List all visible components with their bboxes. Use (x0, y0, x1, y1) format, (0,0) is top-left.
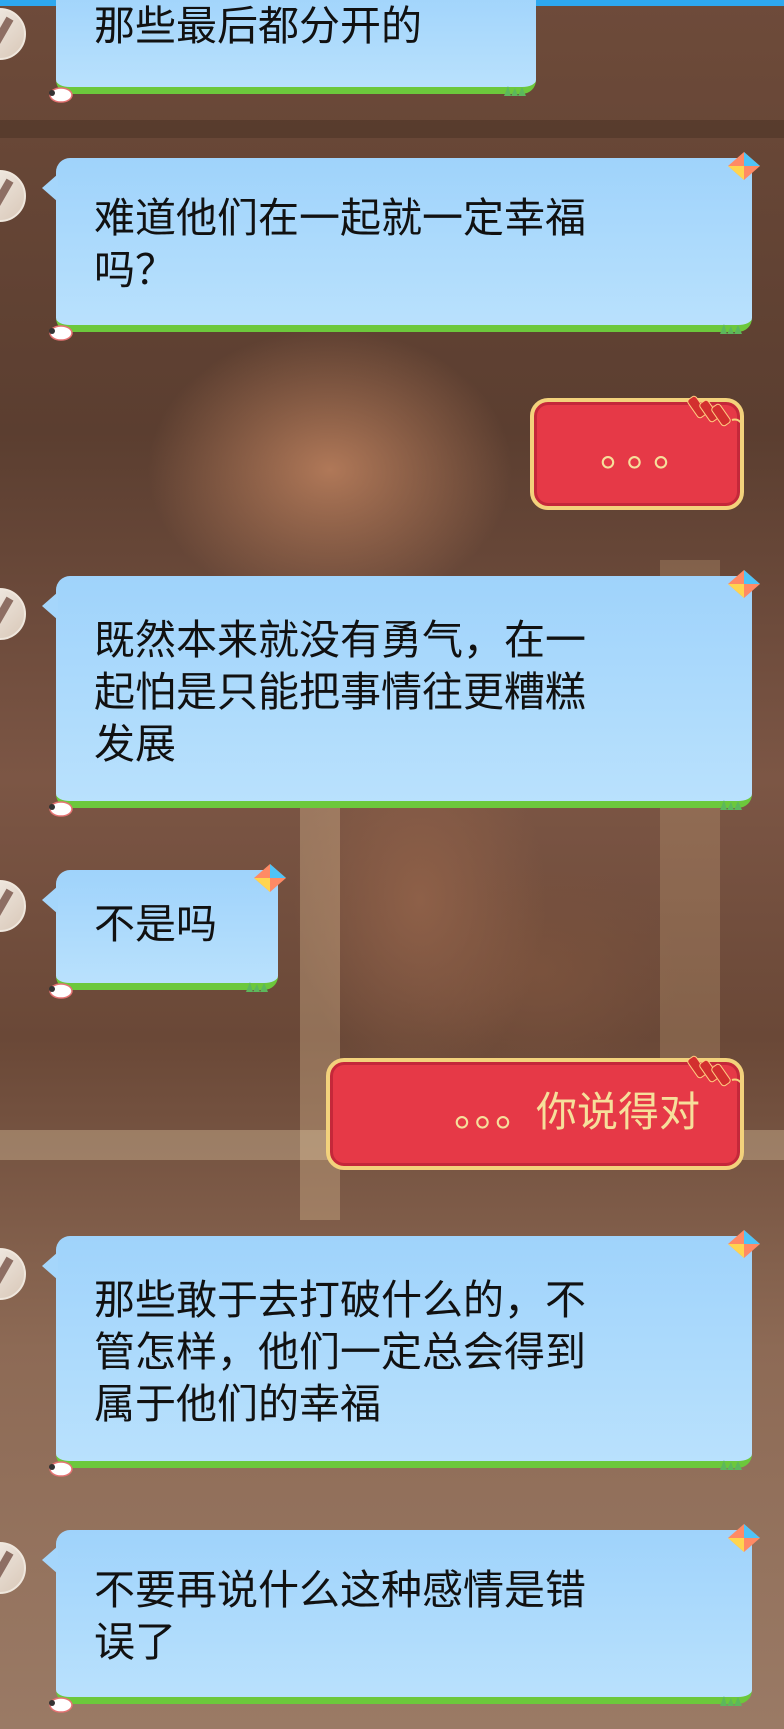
firecracker-icon (687, 395, 743, 427)
avatar[interactable] (0, 880, 26, 932)
bubble-tail (42, 1252, 58, 1280)
bubble-tail (42, 592, 58, 620)
message-text: 难道他们在一起就一定幸福 吗？ (94, 194, 586, 294)
bubble-tail (42, 174, 58, 202)
avatar[interactable] (0, 588, 26, 640)
chat-bubble-incoming[interactable]: 那些最后都分开的 (49, 0, 536, 103)
message-text: 。。。 (600, 428, 700, 476)
chat-bubble-incoming[interactable]: 不是吗 (42, 864, 286, 999)
sheep-icon (49, 983, 73, 999)
kite-icon (728, 570, 760, 598)
kite-icon (728, 1524, 760, 1552)
chat-bubble-incoming[interactable]: 不要再说什么这种感情是错 误了 (42, 1524, 760, 1713)
grass-icon (720, 1696, 742, 1706)
chat-bubble-outgoing[interactable]: 。。。你说得对 (326, 1055, 744, 1170)
sheep-icon (49, 1697, 73, 1713)
message-text: 。。。你说得对 (454, 1088, 700, 1136)
chat-bubble-incoming[interactable]: 既然本来就没有勇气，在一 起怕是只能把事情往更糟糕 发展 (42, 570, 760, 817)
grass-icon (246, 982, 268, 992)
chat-bubble-outgoing[interactable]: 。。。 (530, 395, 744, 510)
grass-icon (504, 86, 526, 96)
sheep-icon (49, 87, 73, 103)
grass-icon (720, 800, 742, 810)
bubble-tail (42, 886, 58, 914)
kite-icon (728, 152, 760, 180)
sheep-icon (49, 1461, 73, 1477)
background-beam (0, 120, 784, 138)
message-text: 不要再说什么这种感情是错 误了 (94, 1566, 586, 1666)
avatar[interactable] (0, 1542, 26, 1594)
firecracker-icon (687, 1055, 743, 1087)
sheep-icon (49, 325, 73, 341)
avatar[interactable] (0, 1248, 26, 1300)
message-text: 那些敢于去打破什么的，不 管怎样，他们一定总会得到 属于他们的幸福 (94, 1276, 586, 1428)
message-text: 那些最后都分开的 (94, 2, 422, 50)
chat-bubble-incoming[interactable]: 那些敢于去打破什么的，不 管怎样，他们一定总会得到 属于他们的幸福 (42, 1230, 760, 1477)
sheep-icon (49, 801, 73, 817)
kite-icon (254, 864, 286, 892)
bubble-tail (42, 1546, 58, 1574)
grass-icon (720, 324, 742, 334)
grass-icon (720, 1460, 742, 1470)
chat-bubble-incoming[interactable]: 难道他们在一起就一定幸福 吗？ (42, 152, 760, 341)
kite-icon (728, 1230, 760, 1258)
avatar[interactable] (0, 170, 26, 222)
message-text: 既然本来就没有勇气，在一 起怕是只能把事情往更糟糕 发展 (94, 616, 586, 768)
message-text: 不是吗 (94, 900, 217, 948)
avatar[interactable] (0, 8, 26, 60)
